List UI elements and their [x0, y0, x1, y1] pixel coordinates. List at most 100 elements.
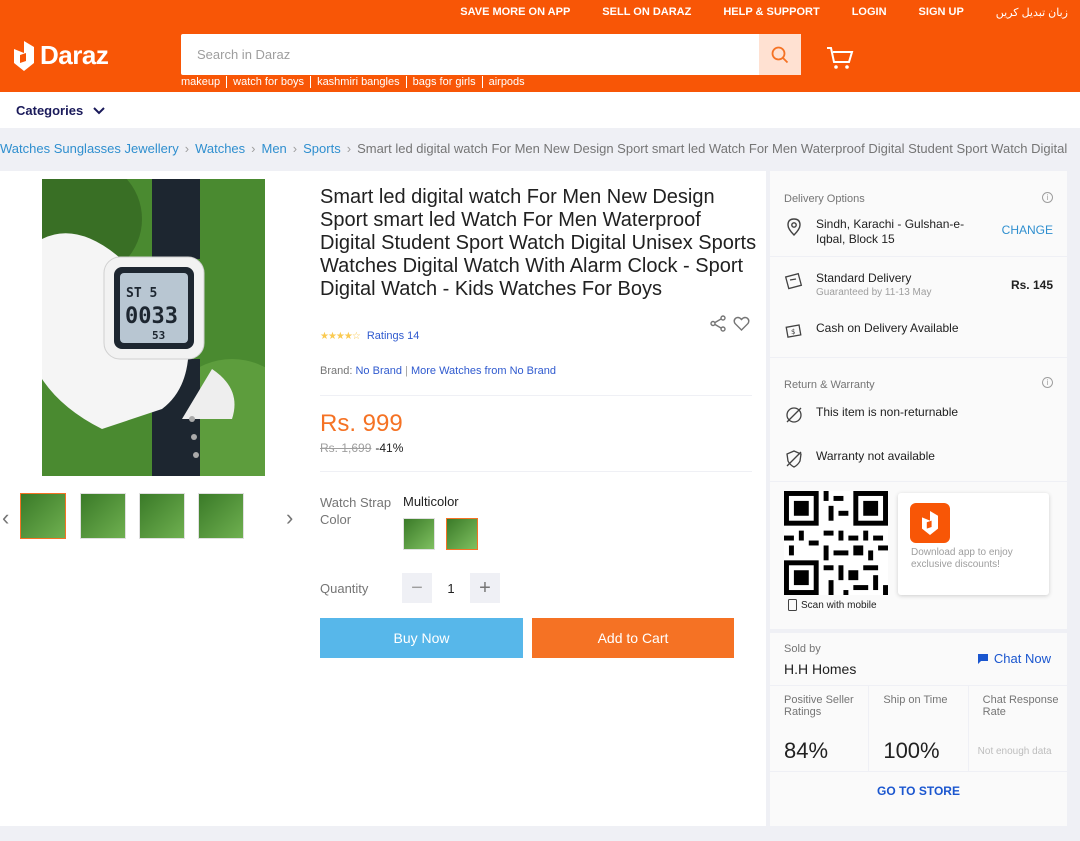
- chevron-right-icon: ›: [251, 141, 256, 156]
- language-switch-link[interactable]: زبان تبدیل کریں: [980, 6, 1068, 19]
- buy-now-button[interactable]: Buy Now: [320, 618, 523, 658]
- product-rating: ★★★★☆ Ratings 14: [320, 330, 419, 342]
- no-warranty-icon: [786, 450, 802, 468]
- daraz-logo[interactable]: Daraz: [14, 40, 109, 71]
- site-header: SAVE MORE ON APP SELL ON DARAZ HELP & SU…: [0, 0, 1080, 92]
- login-link[interactable]: LOGIN: [836, 6, 903, 19]
- location-text: Sindh, Karachi - Gulshan-e-Iqbal, Block …: [816, 217, 965, 246]
- thumbnail[interactable]: [139, 493, 185, 539]
- logo-text: Daraz: [40, 40, 109, 70]
- more-from-brand-link[interactable]: More Watches from No Brand: [411, 365, 556, 377]
- color-swatch[interactable]: [403, 518, 435, 550]
- seller-stat: Chat Response Rate Not enough data: [967, 686, 1067, 771]
- categories-dropdown[interactable]: Categories: [16, 103, 105, 118]
- breadcrumb-link[interactable]: Sports: [303, 141, 341, 156]
- location-pin-icon: [787, 218, 801, 236]
- add-to-cart-button[interactable]: Add to Cart: [532, 618, 734, 658]
- chat-now-label: Chat Now: [993, 651, 1051, 666]
- increase-quantity-button[interactable]: +: [470, 573, 500, 603]
- breadcrumb: Watches Sunglasses Jewellery › Watches › Men…: [0, 141, 1080, 156]
- quantity-label: Quantity: [320, 581, 369, 596]
- strap-color-label: Watch Strap Color: [320, 495, 392, 527]
- thumbnail[interactable]: [198, 493, 244, 539]
- quantity-value[interactable]: 1: [432, 581, 470, 596]
- delivery-options-title: Delivery Options: [784, 193, 865, 205]
- brand-link[interactable]: No Brand: [355, 365, 401, 377]
- share-icon[interactable]: [710, 315, 727, 332]
- app-promo-card[interactable]: Download app to enjoy exclusive discount…: [898, 493, 1049, 595]
- scan-text: Scan with mobile: [801, 599, 877, 611]
- search-button[interactable]: [759, 34, 801, 75]
- seller-stat-label: Positive Seller Ratings: [784, 694, 854, 718]
- original-price-row: Rs. 1,699 -41%: [320, 441, 403, 455]
- category-bar: Categories: [0, 92, 1080, 128]
- quantity-stepper: − 1 +: [402, 573, 500, 603]
- warranty-row: Warranty not available: [784, 449, 935, 469]
- breadcrumb-link[interactable]: Watches Sunglasses Jewellery: [0, 141, 179, 156]
- breadcrumb-link[interactable]: Men: [262, 141, 287, 156]
- svg-text:53: 53: [152, 329, 165, 342]
- delivery-panel: Delivery Options i Sindh, Karachi - Guls…: [770, 171, 1067, 826]
- decrease-quantity-button[interactable]: −: [402, 573, 432, 603]
- daraz-logo-icon: [14, 40, 34, 71]
- daraz-app-icon: [910, 503, 950, 543]
- watch-illustration: ST 5 0033 53: [42, 179, 265, 476]
- discount-badge: -41%: [375, 441, 404, 455]
- ratings-link[interactable]: Ratings 14: [367, 330, 420, 342]
- help-support-link[interactable]: HELP & SUPPORT: [707, 6, 835, 19]
- cod-text: Cash on Delivery Available: [816, 321, 959, 335]
- chevron-right-icon: ›: [292, 141, 298, 156]
- info-icon[interactable]: i: [1042, 192, 1053, 203]
- standard-delivery-label: Standard Delivery: [816, 271, 912, 285]
- cash-icon: $: [785, 324, 802, 338]
- seller-stat-label: Chat Response Rate: [982, 694, 1059, 718]
- seller-name[interactable]: H.H Homes: [784, 661, 856, 677]
- breadcrumb-current: Smart led digital watch For Men New Desi…: [357, 141, 1068, 156]
- product-price: Rs. 999: [320, 410, 403, 437]
- mobile-phone-icon: [788, 599, 797, 611]
- product-image[interactable]: ST 5 0033 53: [42, 179, 265, 476]
- seller-stat: Positive Seller Ratings 84%: [770, 686, 868, 771]
- thumbnail[interactable]: [80, 493, 126, 539]
- cart-button[interactable]: [826, 46, 854, 75]
- color-swatch-selected[interactable]: [446, 518, 478, 550]
- search-input[interactable]: [181, 34, 751, 75]
- save-more-on-app-link[interactable]: SAVE MORE ON APP: [444, 6, 586, 19]
- seller-stats: Positive Seller Ratings 84% Ship on Time…: [770, 685, 1067, 772]
- change-location-link[interactable]: CHANGE: [1002, 223, 1053, 237]
- qr-code: [784, 491, 888, 595]
- seller-stat-value: Not enough data: [977, 746, 1052, 757]
- chat-now-button[interactable]: Chat Now: [977, 651, 1051, 666]
- delivery-location: Sindh, Karachi - Gulshan-e-Iqbal, Block …: [784, 217, 984, 247]
- suggestion-link[interactable]: watch for boys: [226, 76, 310, 88]
- no-return-icon: [786, 407, 802, 423]
- original-price: Rs. 1,699: [320, 441, 372, 455]
- info-icon[interactable]: i: [1042, 377, 1053, 388]
- sell-on-daraz-link[interactable]: SELL ON DARAZ: [586, 6, 707, 19]
- standard-delivery-row: Standard Delivery Guaranteed by 11-13 Ma…: [784, 271, 931, 298]
- divider: [320, 395, 752, 396]
- product-card: ST 5 0033 53 ‹ › Smart led digital watch…: [0, 171, 766, 826]
- brand-row: Brand: No Brand | More Watches from No B…: [320, 365, 557, 377]
- returnable-row: This item is non-returnable: [784, 405, 958, 425]
- thumbnail[interactable]: [20, 493, 66, 539]
- chevron-left-icon[interactable]: ‹: [2, 505, 9, 531]
- search-bar: [181, 34, 801, 75]
- go-to-store-link[interactable]: GO TO STORE: [770, 784, 1067, 798]
- suggestion-link[interactable]: airpods: [481, 76, 531, 88]
- star-rating-icon: ★★★★☆: [320, 330, 361, 342]
- signup-link[interactable]: SIGN UP: [903, 6, 980, 19]
- suggestion-link[interactable]: makeup: [181, 76, 226, 88]
- search-suggestions: makeup watch for boys kashmiri bangles b…: [181, 76, 531, 88]
- breadcrumb-link[interactable]: Watches: [195, 141, 245, 156]
- strap-color-value: Multicolor: [403, 494, 459, 509]
- suggestion-link[interactable]: kashmiri bangles: [310, 76, 406, 88]
- divider: [770, 357, 1067, 358]
- suggestion-link[interactable]: bags for girls: [405, 76, 482, 88]
- chevron-right-icon[interactable]: ›: [286, 505, 293, 531]
- top-nav: SAVE MORE ON APP SELL ON DARAZ HELP & SU…: [444, 6, 1068, 19]
- returnable-text: This item is non-returnable: [816, 405, 959, 419]
- share-actions: [710, 315, 750, 332]
- divider: [770, 256, 1067, 257]
- heart-icon[interactable]: [733, 315, 750, 332]
